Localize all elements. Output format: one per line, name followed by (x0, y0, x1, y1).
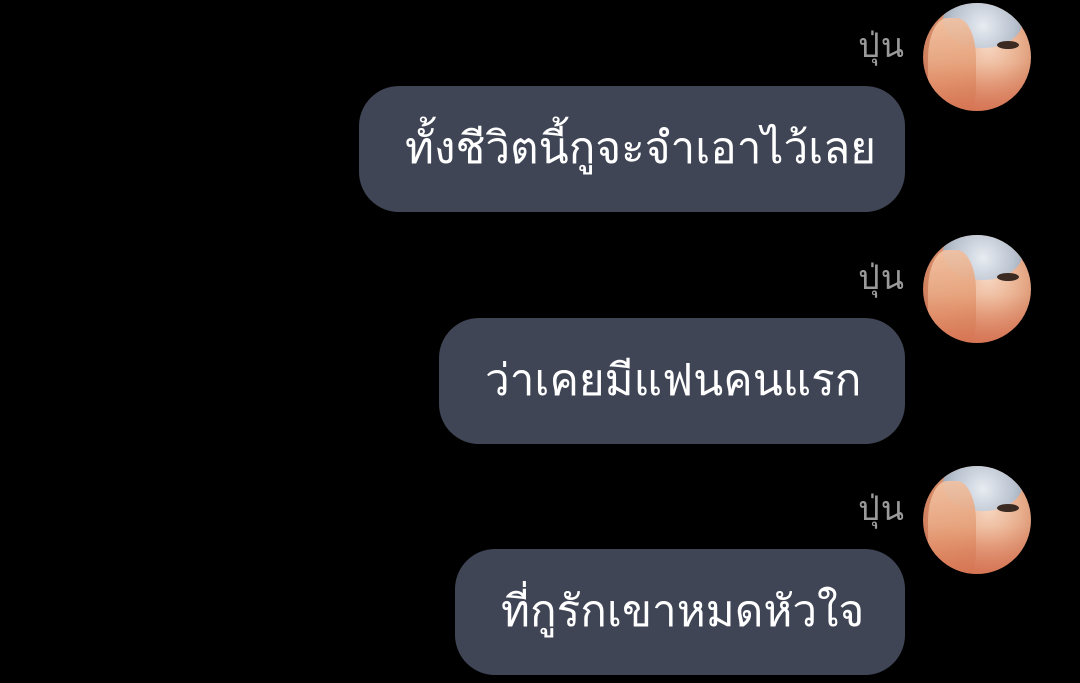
avatar[interactable] (923, 235, 1031, 343)
sender-name: ปุ่น (858, 258, 905, 298)
message-bubble[interactable]: ที่กูรักเขาหมดหัวใจ (455, 549, 905, 675)
sender-name: ปุ่น (858, 489, 905, 529)
avatar-shade (923, 295, 1031, 343)
avatar-eye (997, 273, 1019, 281)
message-row: ปุ่น ว่าเคยมีแฟนคนแรก (0, 232, 1080, 452)
avatar-eye (997, 41, 1019, 49)
avatar[interactable] (923, 3, 1031, 111)
message-bubble[interactable]: ว่าเคยมีแฟนคนแรก (439, 318, 905, 444)
sender-name: ปุ่น (858, 26, 905, 66)
avatar-eye (997, 504, 1019, 512)
avatar-shade (923, 63, 1031, 111)
avatar-shade (923, 526, 1031, 574)
message-row: ปุ่น ที่กูรักเขาหมดหัวใจ (0, 463, 1080, 683)
message-bubble[interactable]: ทั้งชีวิตนี้กูจะจำเอาไว้เลย (359, 86, 905, 212)
avatar[interactable] (923, 466, 1031, 574)
message-row: ปุ่น ทั้งชีวิตนี้กูจะจำเอาไว้เลย (0, 0, 1080, 220)
chat-thread: ปุ่น ทั้งชีวิตนี้กูจะจำเอาไว้เลย ปุ่น ว่… (0, 0, 1080, 681)
